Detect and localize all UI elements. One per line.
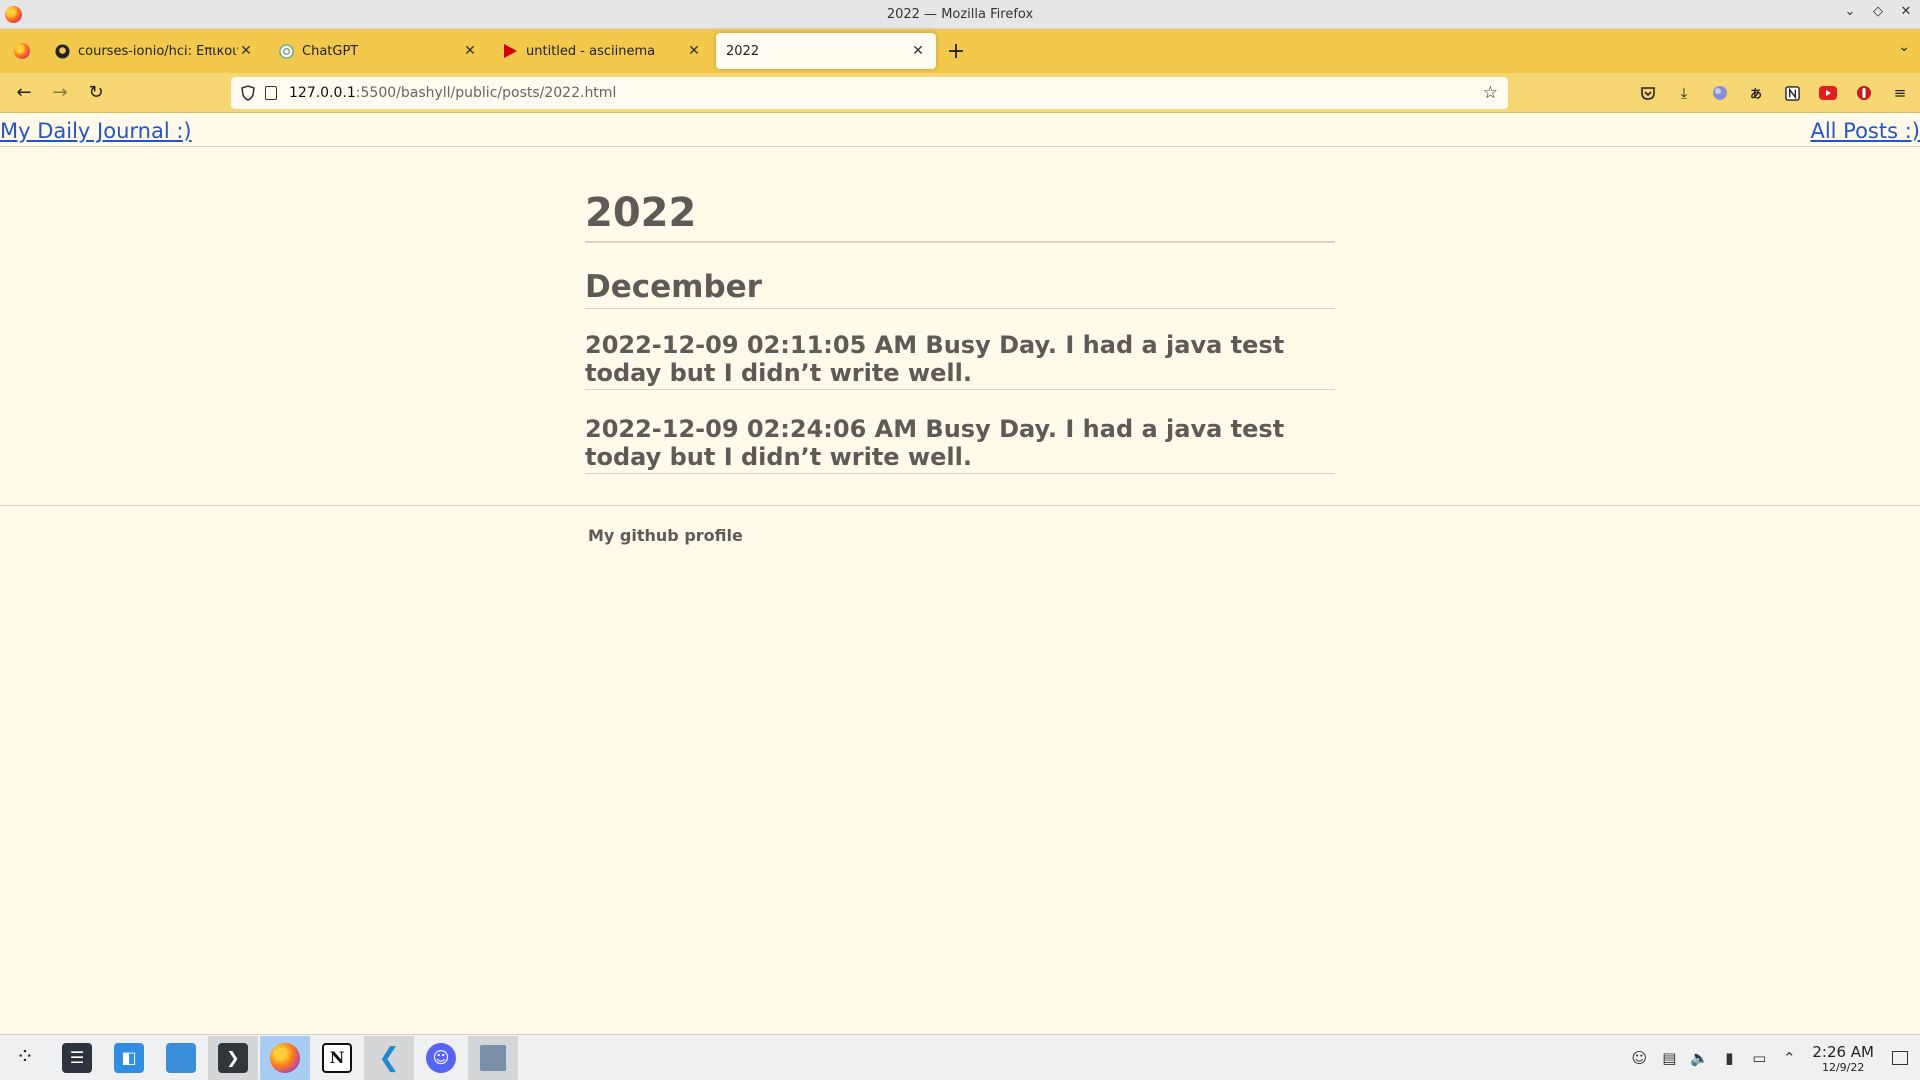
month-heading: December <box>585 269 1335 310</box>
url-host: 127.0.0.1 <box>289 85 356 101</box>
list-all-tabs-icon[interactable]: ⌄ <box>1898 39 1910 55</box>
notion-extension-icon[interactable] <box>1776 77 1808 109</box>
taskbar-vscode[interactable]: ❮ <box>364 1035 414 1080</box>
maximize-icon[interactable]: ◇ <box>1870 4 1886 19</box>
site-header: My Daily Journal :) All Posts :) <box>0 113 1920 147</box>
new-tab-button[interactable]: + <box>940 35 972 67</box>
forward-button[interactable]: → <box>42 77 78 109</box>
navigation-toolbar: ← → ↻ 127.0.0.1:5500/bashyll/public/post… <box>0 73 1920 113</box>
tab-github[interactable]: courses-ionio/hci: Επικοινω ✕ <box>44 33 264 69</box>
close-tab-icon[interactable]: ✕ <box>910 43 926 59</box>
window-titlebar: 2022 — Mozilla Firefox ⌄ ◇ ✕ <box>0 0 1920 29</box>
screenshot-app-icon <box>478 1042 508 1073</box>
post-link[interactable]: 2022-12-09 02:11:05 AM Busy Day. I had a… <box>585 331 1335 391</box>
clock-date: 12/9/22 <box>1821 1060 1865 1074</box>
asciinema-icon <box>502 43 518 59</box>
file-manager-icon <box>166 1042 196 1073</box>
firefox-logo-icon <box>5 6 22 23</box>
close-tab-icon[interactable]: ✕ <box>462 43 478 59</box>
discord-tray-icon[interactable]: ☺ <box>1624 1049 1654 1067</box>
url-path: :5500/bashyll/public/posts/2022.html <box>355 85 617 101</box>
extension-translate-icon[interactable]: あ <box>1740 77 1772 109</box>
window-title: 2022 — Mozilla Firefox <box>886 6 1034 22</box>
firefox-icon <box>14 43 30 59</box>
year-heading: 2022 <box>585 189 1335 243</box>
tab-bar: courses-ionio/hci: Επικοινω ✕ ChatGPT ✕ … <box>0 29 1920 73</box>
youtube-extension-icon[interactable] <box>1812 77 1844 109</box>
tab-label: courses-ionio/hci: Επικοινω <box>78 43 238 59</box>
github-profile-link[interactable]: My github profile <box>588 526 743 545</box>
toolbar-extensions: ⤓ あ ≡ <box>1632 77 1916 109</box>
tracking-protection-shield-icon[interactable] <box>241 85 255 101</box>
taskbar-file-manager[interactable] <box>156 1036 206 1080</box>
taskbar-discover[interactable]: ◧ <box>104 1036 154 1080</box>
home-link[interactable]: My Daily Journal :) <box>0 119 192 143</box>
page-info-icon[interactable] <box>265 86 277 100</box>
volume-icon[interactable]: 🔈 <box>1684 1049 1714 1067</box>
taskbar: ⁘ ☰ ◧ ❯ N ❮ ☺ ☺ ▤ 🔈 ▮ ▭ ⌃ 2:26 AM 12/9/2… <box>0 1034 1920 1080</box>
github-icon <box>54 43 70 59</box>
chatgpt-icon <box>278 43 294 59</box>
show-desktop-icon <box>1892 1051 1908 1065</box>
discord-icon: ☺ <box>426 1042 456 1073</box>
all-posts-link[interactable]: All Posts :) <box>1810 119 1920 143</box>
launcher-icon: ⁘ <box>15 1045 35 1070</box>
extension-globe-icon[interactable] <box>1704 77 1736 109</box>
back-button[interactable]: ← <box>6 77 42 109</box>
show-hidden-icons-chevron-icon[interactable]: ⌃ <box>1774 1049 1804 1067</box>
minimize-icon[interactable]: ⌄ <box>1842 4 1858 19</box>
web-page: My Daily Journal :) All Posts :) 2022 De… <box>0 113 1920 1034</box>
pocket-icon[interactable] <box>1632 77 1664 109</box>
taskbar-discord[interactable]: ☺ <box>416 1036 466 1080</box>
close-window-icon[interactable]: ✕ <box>1898 4 1914 19</box>
post-link[interactable]: 2022-12-09 02:24:06 AM Busy Day. I had a… <box>585 415 1335 475</box>
taskbar-firefox[interactable] <box>260 1035 310 1080</box>
network-icon[interactable]: ▭ <box>1744 1049 1774 1067</box>
reload-button[interactable]: ↻ <box>78 77 114 109</box>
show-desktop-button[interactable] <box>1886 1044 1914 1072</box>
window-controls: ⌄ ◇ ✕ <box>1842 4 1914 19</box>
notion-icon: N <box>322 1042 352 1073</box>
battery-icon[interactable]: ▮ <box>1714 1049 1744 1067</box>
footer-divider <box>0 505 1920 506</box>
close-tab-icon[interactable]: ✕ <box>686 43 702 59</box>
terminal-icon: ❯ <box>218 1042 248 1073</box>
tab-chatgpt[interactable]: ChatGPT ✕ <box>268 33 488 69</box>
system-tray: ☺ ▤ 🔈 ▮ ▭ ⌃ 2:26 AM 12/9/22 <box>1624 1035 1920 1080</box>
system-settings-icon: ☰ <box>62 1042 92 1073</box>
clock-time: 2:26 AM <box>1812 1042 1874 1061</box>
tab-label: 2022 <box>726 43 760 59</box>
firefox-view-button[interactable] <box>0 29 44 73</box>
ublock-origin-icon[interactable] <box>1848 77 1880 109</box>
firefox-icon <box>270 1042 300 1073</box>
clipboard-icon[interactable]: ▤ <box>1654 1049 1684 1067</box>
tab-label: ChatGPT <box>302 43 359 59</box>
discover-store-icon: ◧ <box>114 1042 144 1073</box>
close-tab-icon[interactable]: ✕ <box>238 43 254 59</box>
taskbar-system-settings[interactable]: ☰ <box>52 1036 102 1080</box>
application-launcher-button[interactable]: ⁘ <box>0 1036 50 1080</box>
taskbar-screenshot-app[interactable] <box>468 1035 518 1080</box>
vscode-icon: ❮ <box>378 1042 400 1073</box>
bookmark-star-icon[interactable]: ☆ <box>1483 83 1498 103</box>
taskbar-notion[interactable]: N <box>312 1036 362 1080</box>
downloads-icon[interactable]: ⤓ <box>1668 77 1700 109</box>
tab-asciinema[interactable]: untitled - asciinema ✕ <box>492 33 712 69</box>
taskbar-terminal[interactable]: ❯ <box>208 1035 258 1080</box>
hamburger-menu-icon[interactable]: ≡ <box>1884 77 1916 109</box>
url-bar[interactable]: 127.0.0.1:5500/bashyll/public/posts/2022… <box>231 77 1508 109</box>
clock[interactable]: 2:26 AM 12/9/22 <box>1812 1043 1874 1074</box>
tab-2022[interactable]: 2022 ✕ <box>716 33 936 69</box>
tab-label: untitled - asciinema <box>526 43 656 59</box>
main-content: 2022 December 2022-12-09 02:11:05 AM Bus… <box>585 189 1335 475</box>
